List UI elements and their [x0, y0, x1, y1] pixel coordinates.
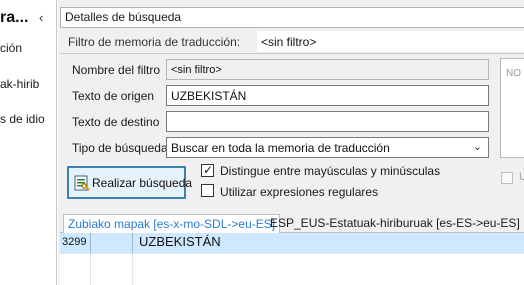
chevron-left-icon[interactable]: ‹	[39, 11, 43, 25]
chevron-down-icon: ⌄	[472, 141, 482, 153]
right-box-text: NO	[506, 68, 521, 79]
column-divider	[90, 253, 91, 285]
right-panel-box: NO	[500, 58, 524, 158]
left-panel-item[interactable]: ción	[0, 41, 22, 55]
filter-row: Filtro de memoria de traducción: <sin fi…	[60, 30, 524, 54]
table-row[interactable]: 3299 UZBEKISTÁN	[60, 233, 524, 253]
result-id: 3299	[62, 236, 87, 248]
regex-checkbox[interactable]	[201, 184, 214, 197]
right-checkbox-label: U	[519, 171, 524, 183]
filter-value-field[interactable]: <sin filtro>	[257, 31, 524, 52]
right-checkbox[interactable]	[501, 172, 513, 184]
filter-label: Filtro de memoria de traducción:	[68, 35, 241, 49]
column-divider	[90, 233, 91, 253]
results-grid: 3299 UZBEKISTÁN	[60, 233, 524, 285]
case-sensitive-label: Distingue entre mayúsculas y minúsculas	[220, 164, 441, 178]
tab-estatuak-hiriburuak[interactable]: ESP_EUS-Estatuak-hiriburuak [es-ES->eu-E…	[266, 214, 524, 233]
case-sensitive-checkbox[interactable]: ✓	[201, 163, 214, 177]
target-text-label: Texto de destino	[72, 115, 160, 129]
tm-tabs: Zubiako mapak [es-x-mo-SDL->eu-ES] ESP_E…	[60, 213, 524, 234]
column-divider	[132, 233, 133, 253]
source-text-label: Texto de origen	[72, 89, 155, 103]
section-header: Detalles de búsqueda	[60, 7, 524, 28]
search-type-value: Buscar en toda la memoria de traducción	[171, 141, 390, 155]
filter-name-label: Nombre del filtro	[72, 63, 161, 77]
search-panel: Detalles de búsqueda Filtro de memoria d…	[58, 0, 524, 285]
row-divider	[60, 253, 524, 254]
target-text-input[interactable]	[166, 111, 489, 132]
tab-zubiako-mapak[interactable]: Zubiako mapak [es-x-mo-SDL->eu-ES]	[63, 214, 281, 234]
column-divider	[132, 253, 133, 285]
filter-name-field: <sin filtro>	[166, 59, 489, 80]
search-type-select[interactable]: Buscar en toda la memoria de traducción …	[166, 137, 489, 158]
search-button[interactable]: Realizar búsqueda	[67, 166, 192, 199]
left-panel-item[interactable]: s de idio	[0, 112, 45, 126]
regex-label: Utilizar expresiones regulares	[220, 185, 379, 199]
checkmark-icon: ✓	[203, 163, 214, 177]
left-panel-title: ra...	[0, 9, 29, 26]
left-panel: ra... ‹ ción ak-hirib s de idio	[0, 0, 57, 285]
search-type-label: Tipo de búsqueda	[72, 141, 168, 155]
search-results-icon	[74, 175, 90, 191]
search-button-label: Realizar búsqueda	[92, 176, 193, 190]
left-panel-item[interactable]: ak-hirib	[0, 77, 39, 91]
result-text: UZBEKISTÁN	[139, 234, 221, 249]
source-text-input[interactable]: UZBEKISTÁN	[166, 85, 489, 106]
